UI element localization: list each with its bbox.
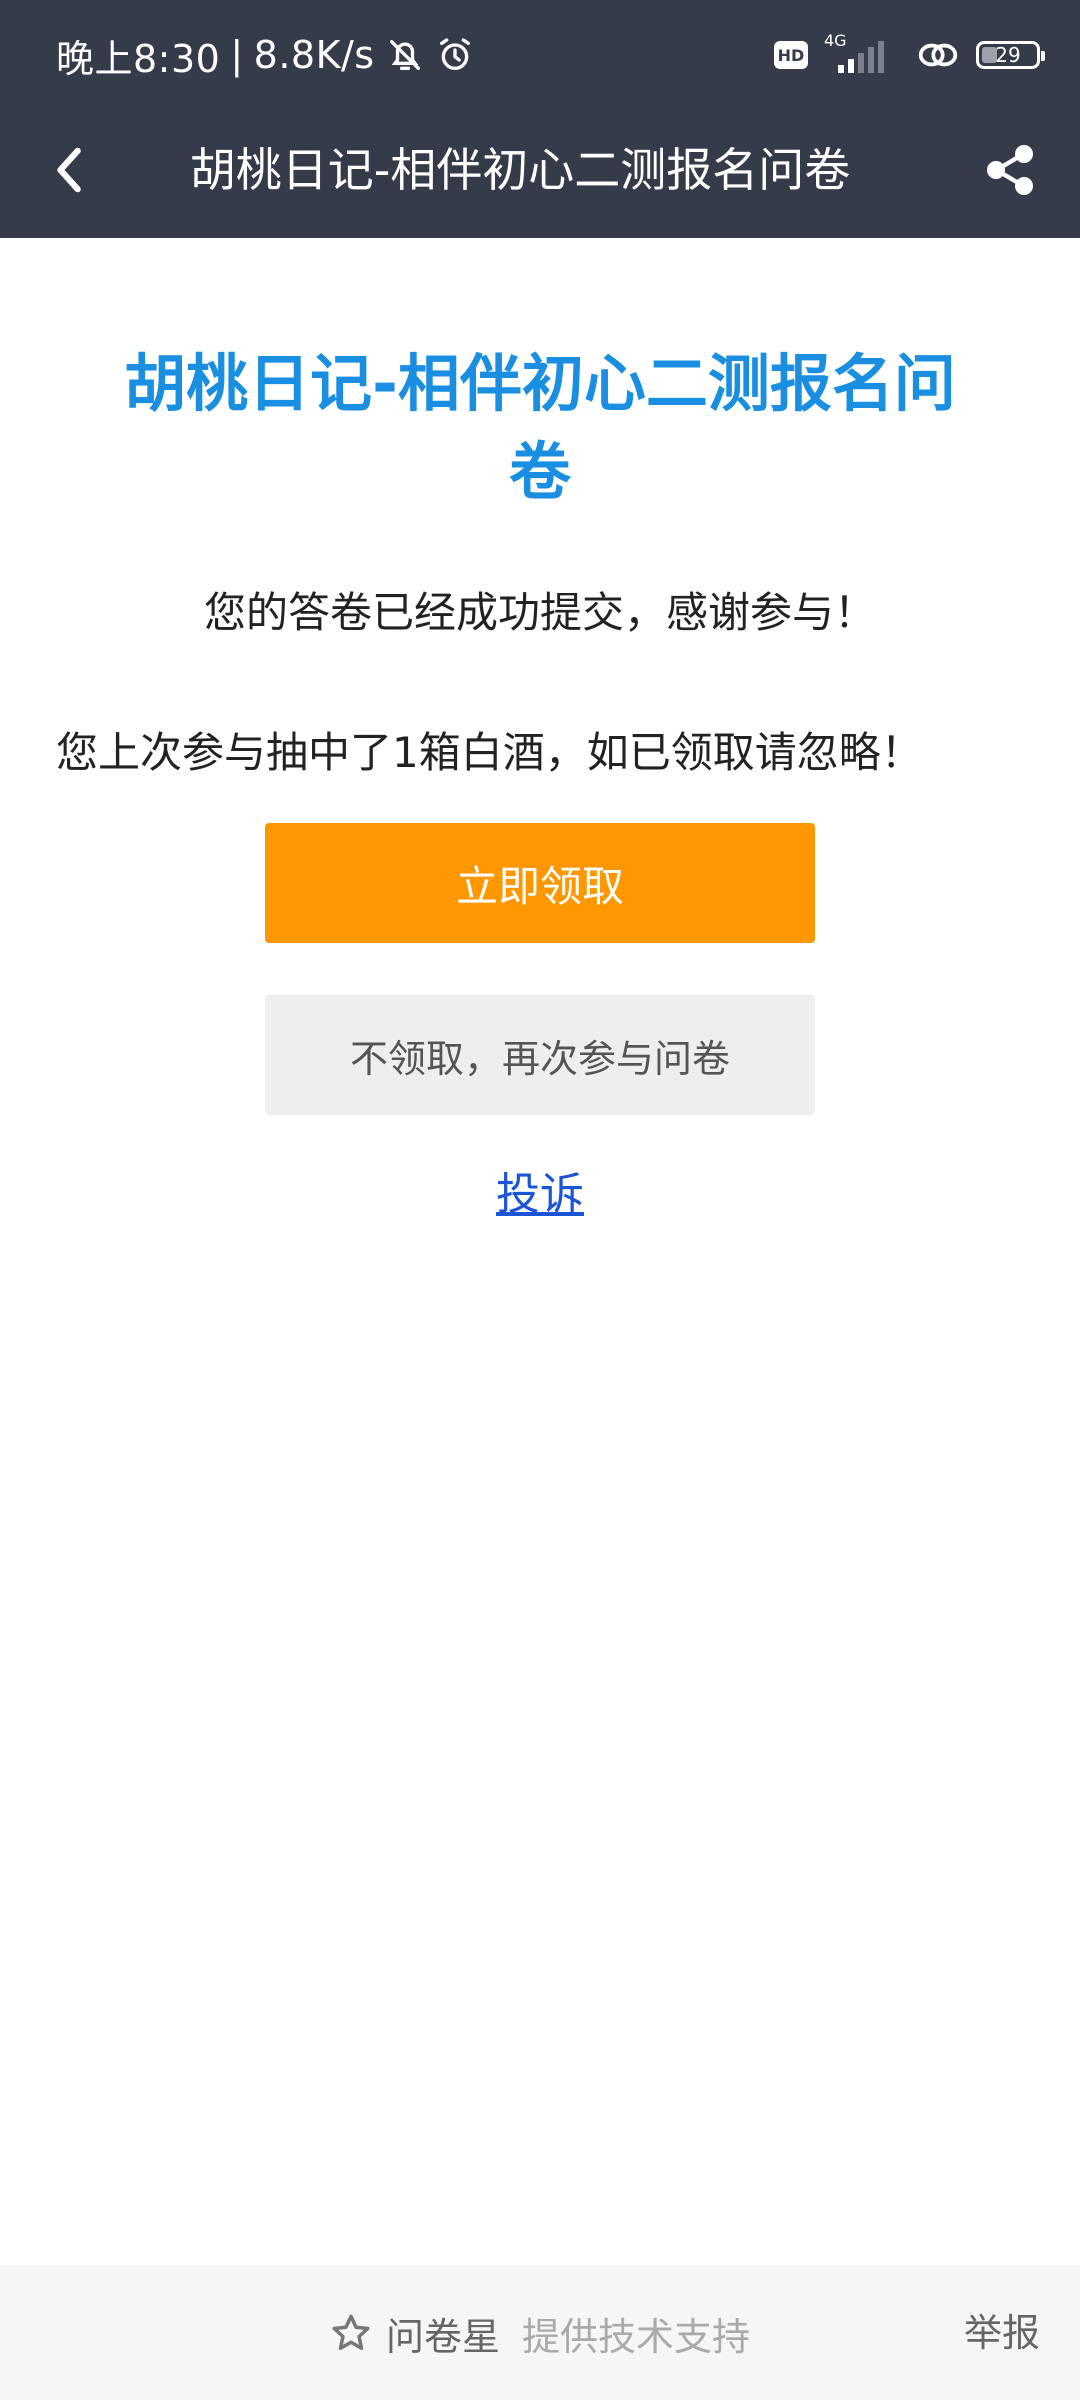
link-icon [916,35,960,75]
report-link[interactable]: 举报 [964,2303,1040,2363]
bell-muted-icon [385,35,425,75]
app-screen: 晚上8:30 | 8.8K/s HD 4G 29 胡桃日记-相伴初心二测报名问卷… [0,0,1080,2400]
status-time: 晚上8:30 [56,36,221,81]
footer-brand-name: 问卷星 [386,2314,501,2359]
survey-title: 胡桃日记-相伴初心二测报名问卷 [124,347,956,508]
status-left: 晚上8:30 | 8.8K/s [56,30,475,81]
status-right: HD 4G 29 [774,30,1045,80]
app-header: 胡桃日记-相伴初心二测报名问卷 [0,110,1080,238]
status-separator: | [230,33,244,77]
share-icon [986,144,1034,196]
back-button[interactable] [40,140,100,200]
claim-now-button[interactable]: 立即领取 [265,823,815,943]
header-title: 胡桃日记-相伴初心二测报名问卷 [189,143,851,197]
chevron-left-icon [57,147,81,193]
footer: 问卷星 提供技术支持 举报 [0,2265,1080,2400]
footer-brand[interactable]: 问卷星 提供技术支持 [330,2303,750,2363]
footer-brand-tagline: 提供技术支持 [522,2314,751,2359]
complain-link[interactable]: 投诉 [440,1160,640,1230]
share-button[interactable] [980,140,1040,200]
battery-level: 29 [995,43,1021,67]
hd-badge: HD [774,41,808,69]
status-bar: 晚上8:30 | 8.8K/s HD 4G 29 [0,0,1080,110]
signal-icon: 4G [824,31,890,75]
star-icon [332,2314,370,2350]
submit-success-message: 您的答卷已经成功提交，感谢参与！ [203,588,876,637]
prize-message: 您上次参与抽中了1箱白酒，如已领取请忽略！ [56,728,923,777]
top-bar: 晚上8:30 | 8.8K/s HD 4G 29 胡桃日记-相伴初心二测报名问卷 [0,0,1080,238]
status-net-speed: 8.8K/s [253,33,375,77]
battery-icon: 29 [976,41,1045,69]
alarm-icon [435,35,475,75]
retake-survey-button[interactable]: 不领取，再次参与问卷 [265,995,815,1115]
